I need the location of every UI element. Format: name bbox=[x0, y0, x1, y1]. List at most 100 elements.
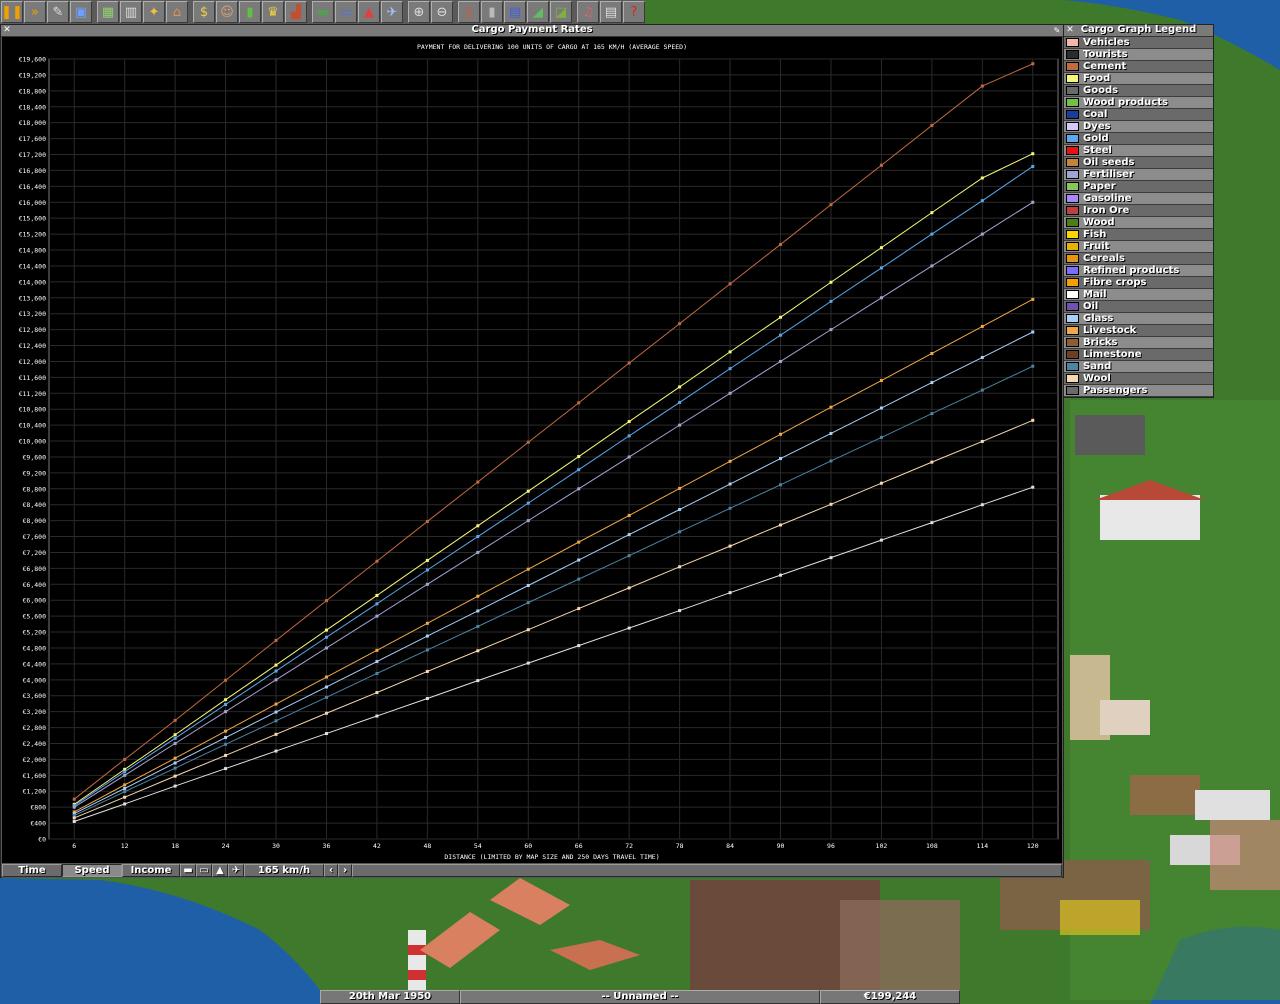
sticky-pin-icon[interactable]: ✎ bbox=[1052, 25, 1062, 36]
data-point bbox=[1031, 62, 1035, 66]
legend-swatch bbox=[1066, 74, 1079, 83]
station-list-icon[interactable]: ⌂ bbox=[166, 1, 188, 23]
help-icon[interactable]: ? bbox=[623, 1, 645, 23]
data-point bbox=[72, 797, 76, 801]
graph-controls: Time Speed Income ▬ ▭ ▲ ✈ 165 km/h ‹ › bbox=[2, 864, 1062, 878]
data-point bbox=[1031, 330, 1035, 334]
pause-icon[interactable]: ❚❚ bbox=[1, 1, 23, 23]
legend-item-label: Vehicles bbox=[1083, 37, 1130, 48]
minimap-icon[interactable]: ▦ bbox=[97, 1, 119, 23]
legend-item[interactable]: Iron Ore bbox=[1064, 205, 1213, 217]
data-point bbox=[627, 554, 631, 558]
fast-forward-icon[interactable]: » bbox=[24, 1, 46, 23]
legend-item[interactable]: Passengers bbox=[1064, 385, 1213, 397]
build-rail-icon[interactable]: ‖ bbox=[458, 1, 480, 23]
ship-icon[interactable]: ▲ bbox=[212, 864, 228, 877]
legend-item[interactable]: Wood bbox=[1064, 217, 1213, 229]
y-tick-label: €17,600 bbox=[19, 135, 46, 143]
data-point bbox=[627, 361, 631, 365]
legend-item[interactable]: Livestock bbox=[1064, 325, 1213, 337]
legend-item[interactable]: Mail bbox=[1064, 289, 1213, 301]
y-tick-label: €4,000 bbox=[23, 676, 47, 684]
legend-item-label: Bricks bbox=[1083, 337, 1118, 348]
y-axis-ticks: €0 €400 €800 €1,200 €1,600 €2,000 €2,400 €2,800… bbox=[19, 56, 46, 844]
legend-item[interactable]: Steel bbox=[1064, 145, 1213, 157]
tab-income[interactable]: Income bbox=[122, 864, 180, 877]
status-company[interactable]: -- Unnamed -- bbox=[460, 990, 820, 1004]
data-point bbox=[526, 628, 530, 632]
data-point bbox=[375, 614, 379, 618]
speed-decrease-button[interactable]: ‹ bbox=[324, 864, 338, 877]
settings-icon[interactable]: ✎ bbox=[47, 1, 69, 23]
legend-swatch bbox=[1066, 194, 1079, 203]
company-icon[interactable]: ☺ bbox=[216, 1, 238, 23]
legend-item[interactable]: Gasoline bbox=[1064, 193, 1213, 205]
legend-item[interactable]: Bricks bbox=[1064, 337, 1213, 349]
legend-item[interactable]: Food bbox=[1064, 73, 1213, 85]
news-icon[interactable]: ▤ bbox=[600, 1, 622, 23]
league-table-icon[interactable]: ♛ bbox=[262, 1, 284, 23]
zoom-out-icon[interactable]: ⊖ bbox=[431, 1, 453, 23]
tab-time[interactable]: Time bbox=[2, 864, 62, 877]
legend-item[interactable]: Dyes bbox=[1064, 121, 1213, 133]
legend-item[interactable]: Fibre crops bbox=[1064, 277, 1213, 289]
legend-item[interactable]: Fruit bbox=[1064, 241, 1213, 253]
legend-item[interactable]: Oil bbox=[1064, 301, 1213, 313]
data-point bbox=[627, 513, 631, 517]
road-vehicles-icon[interactable]: ▭ bbox=[335, 1, 357, 23]
legend-item[interactable]: Coal bbox=[1064, 109, 1213, 121]
data-point bbox=[425, 669, 429, 673]
legend-item-label: Fish bbox=[1083, 229, 1107, 240]
music-icon[interactable]: ♫ bbox=[577, 1, 599, 23]
build-water-icon[interactable]: ▤ bbox=[504, 1, 526, 23]
data-point bbox=[728, 350, 732, 354]
subsidies-icon[interactable]: ✦ bbox=[143, 1, 165, 23]
data-point bbox=[678, 322, 682, 326]
aircraft-icon[interactable]: ✈ bbox=[381, 1, 403, 23]
legend-item[interactable]: Goods bbox=[1064, 85, 1213, 97]
legend-titlebar[interactable]: ✕ Cargo Graph Legend bbox=[1064, 24, 1213, 37]
legend-item[interactable]: Tourists bbox=[1064, 49, 1213, 61]
industry-icon[interactable]: ▟ bbox=[285, 1, 307, 23]
train-icon[interactable]: ▬ bbox=[180, 864, 196, 877]
town-directory-icon[interactable]: ▥ bbox=[120, 1, 142, 23]
data-point bbox=[930, 460, 934, 464]
build-road-icon[interactable]: ▮ bbox=[481, 1, 503, 23]
data-point bbox=[930, 521, 934, 525]
build-airport-icon[interactable]: ◢ bbox=[527, 1, 549, 23]
y-tick-label: €6,800 bbox=[23, 565, 47, 573]
legend-item[interactable]: Cereals bbox=[1064, 253, 1213, 265]
legend-item[interactable]: Fish bbox=[1064, 229, 1213, 241]
legend-item[interactable]: Refined products bbox=[1064, 265, 1213, 277]
zoom-in-icon[interactable]: ⊕ bbox=[408, 1, 430, 23]
resize-area[interactable] bbox=[352, 864, 1062, 877]
legend-item-label: Food bbox=[1083, 73, 1111, 84]
legend-item[interactable]: Cement bbox=[1064, 61, 1213, 73]
legend-item[interactable]: Limestone bbox=[1064, 349, 1213, 361]
data-point bbox=[678, 385, 682, 389]
landscaping-icon[interactable]: ◪ bbox=[550, 1, 572, 23]
data-point bbox=[879, 296, 883, 300]
tab-speed[interactable]: Speed bbox=[62, 864, 122, 877]
legend-item[interactable]: Glass bbox=[1064, 313, 1213, 325]
speed-increase-button[interactable]: › bbox=[338, 864, 352, 877]
legend-item[interactable]: Vehicles bbox=[1064, 37, 1213, 49]
status-money[interactable]: €199,244 bbox=[820, 990, 960, 1004]
legend-item[interactable]: Gold bbox=[1064, 133, 1213, 145]
legend-item[interactable]: Fertiliser bbox=[1064, 169, 1213, 181]
legend-item[interactable]: Paper bbox=[1064, 181, 1213, 193]
trains-icon[interactable]: ▬ bbox=[312, 1, 334, 23]
legend-item[interactable]: Wool bbox=[1064, 373, 1213, 385]
road-vehicle-icon[interactable]: ▭ bbox=[196, 864, 212, 877]
legend-item[interactable]: Oil seeds bbox=[1064, 157, 1213, 169]
window-titlebar[interactable]: ✕ Cargo Payment Rates ✎ bbox=[1, 24, 1063, 37]
y-tick-label: €8,400 bbox=[23, 501, 47, 509]
ships-icon[interactable]: ▲ bbox=[358, 1, 380, 23]
legend-item[interactable]: Sand bbox=[1064, 361, 1213, 373]
legend-item[interactable]: Wood products bbox=[1064, 97, 1213, 109]
save-icon[interactable]: ▣ bbox=[70, 1, 92, 23]
data-point bbox=[425, 648, 429, 652]
finances-icon[interactable]: $ bbox=[193, 1, 215, 23]
aircraft-icon[interactable]: ✈ bbox=[228, 864, 244, 877]
graphs-icon[interactable]: ▮ bbox=[239, 1, 261, 23]
